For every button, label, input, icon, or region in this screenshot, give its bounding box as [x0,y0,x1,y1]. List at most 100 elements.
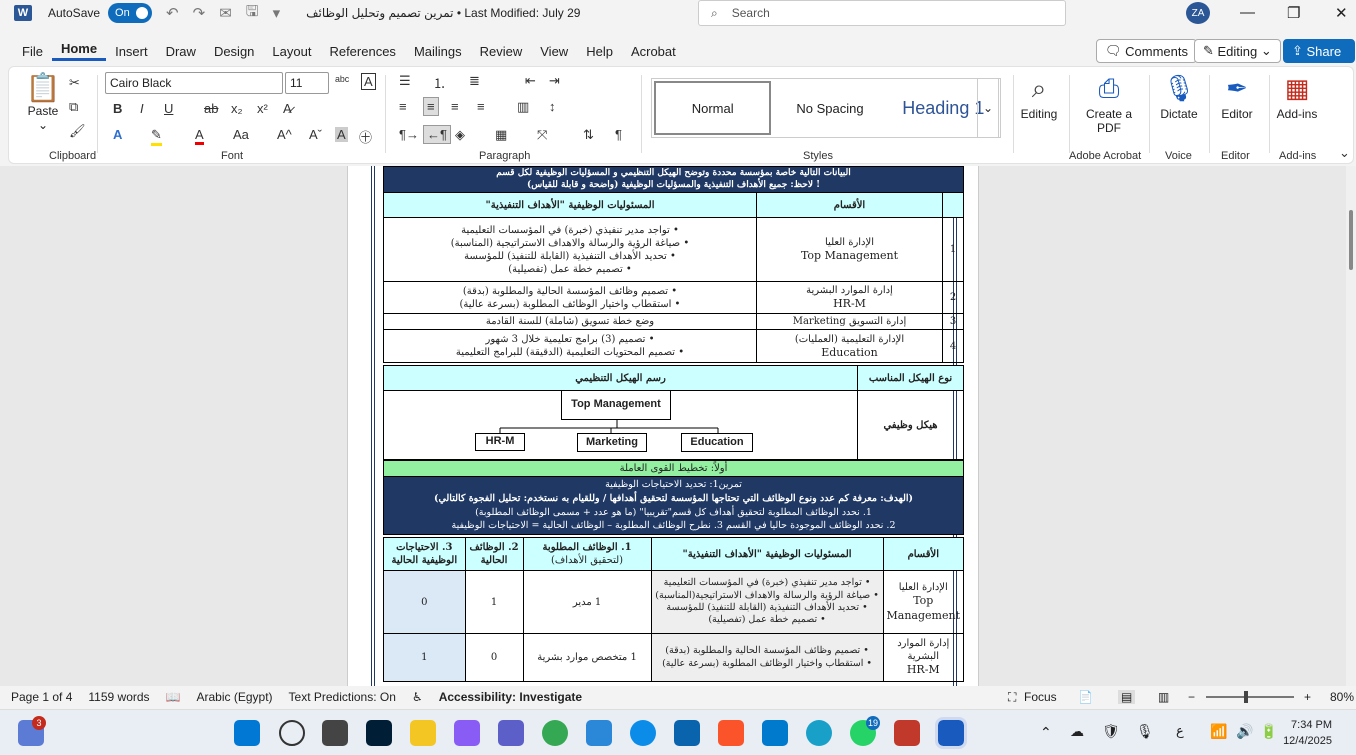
start-icon[interactable] [234,720,260,746]
addins-button[interactable]: ▦ Add-ins [1269,73,1325,121]
wifi-icon[interactable]: 📶 [1210,723,1227,740]
align-left-icon[interactable]: ≡ [399,99,407,114]
tab-file[interactable]: File [13,44,52,59]
text-predictions-status[interactable]: Text Predictions: On [289,690,396,704]
grow-font-icon[interactable]: ᵃᵇᶜ [335,73,349,88]
print-layout-icon[interactable]: ▤ [1118,690,1136,704]
microphone-tray-icon[interactable]: 🎙 [1136,723,1154,740]
editing-mode-button[interactable]: ✎ Editing ⌄ [1194,39,1281,63]
task-view-icon[interactable] [322,720,348,746]
decrease-indent-icon[interactable]: ⇤ [525,73,536,89]
align-center-icon[interactable]: ≡ [423,97,439,116]
brave-icon[interactable] [718,720,744,746]
underline-icon[interactable]: U [164,101,173,116]
store-icon[interactable] [586,720,612,746]
font-color-icon[interactable]: A [195,127,204,145]
rtl-icon[interactable]: ←¶ [423,125,451,144]
highlight-icon[interactable]: ✎ [151,127,162,146]
align-right-icon[interactable]: ≡ [451,99,459,114]
justify-icon[interactable]: ≡ [477,99,485,114]
zoom-slider[interactable] [1206,691,1294,703]
keyboard-language[interactable]: ع [1176,723,1184,739]
dictate-button[interactable]: 🎙 Dictate [1151,73,1207,121]
subscript-icon[interactable]: x₂ [231,101,243,116]
collapse-ribbon-icon[interactable]: ⌄ [1339,145,1350,161]
word-count[interactable]: 1159 words [88,690,149,704]
outlook-icon[interactable] [674,720,700,746]
column-layout-icon[interactable]: ▥ [517,99,529,115]
word-taskbar-icon[interactable] [935,717,967,749]
snipping-tool-icon[interactable] [894,720,920,746]
avatar[interactable]: ZA [1186,2,1210,24]
redo-icon[interactable]: ↷ [193,4,206,22]
strikethrough-icon[interactable]: ab [204,101,218,116]
tab-home[interactable]: Home [51,41,107,61]
line-spacing-icon[interactable]: ↕ [549,99,556,114]
zoom-slider-thumb[interactable] [1244,691,1248,703]
character-shading-icon[interactable]: A [335,127,348,142]
edge-icon[interactable] [630,720,656,746]
paste-button[interactable]: 📋 Paste ⌄ [23,71,63,132]
asian-layout-icon[interactable]: ⤧ [537,127,547,143]
tab-view[interactable]: View [531,44,577,59]
font-name-select[interactable]: Cairo Black [105,72,283,94]
save-icon[interactable]: 🖫 [246,1,259,26]
proofing-icon[interactable]: 📖 [166,690,181,704]
shrink-icon[interactable]: Aˇ [309,127,322,142]
tab-insert[interactable]: Insert [106,44,157,59]
styles-more-button[interactable]: ⌄ [977,78,999,138]
chrome-icon[interactable] [542,720,568,746]
accessibility-status[interactable]: Accessibility: Investigate [439,690,582,704]
shading-icon[interactable]: ◈ [455,127,465,143]
text-effects-color-icon[interactable]: A [113,127,122,142]
file-explorer-icon[interactable] [410,720,436,746]
web-layout-icon[interactable]: ▥ [1158,690,1169,704]
tab-references[interactable]: References [320,44,404,59]
zoom-in-icon[interactable]: + [1304,690,1311,704]
grow-icon[interactable]: A^ [277,127,292,142]
style-no-spacing[interactable]: No Spacing [773,79,886,137]
tab-review[interactable]: Review [471,44,532,59]
scrollbar-thumb[interactable] [1349,210,1353,270]
tab-draw[interactable]: Draw [157,44,205,59]
chevron-up-icon[interactable]: ⌃ [1040,724,1052,741]
vertical-scrollbar[interactable] [1346,166,1356,686]
tab-layout[interactable]: Layout [263,44,320,59]
tab-acrobat[interactable]: Acrobat [622,44,685,59]
undo-icon[interactable]: ↶ [166,4,179,22]
search-taskbar-icon[interactable] [279,720,305,746]
show-marks-icon[interactable]: ¶ [615,127,622,142]
clock[interactable]: 7:34 PM 12/4/2025 [1283,717,1332,749]
language-status[interactable]: Arabic (Egypt) [197,690,273,704]
autosave-toggle[interactable]: On [108,3,153,23]
teams-icon[interactable] [498,720,524,746]
increase-indent-icon[interactable]: ⇥ [549,73,560,89]
security-icon[interactable]: 🛡 [1102,723,1120,740]
page-count[interactable]: Page 1 of 4 [11,690,72,704]
sort-icon[interactable]: ⇅ [583,127,594,143]
share-button[interactable]: ⇪ Share [1283,39,1355,63]
format-painter-icon[interactable]: 🖌 [69,123,86,139]
focus-mode[interactable]: Focus [1024,690,1057,704]
close-icon[interactable]: ✕ [1335,4,1348,22]
create-pdf-button[interactable]: ⎙ Create a PDF [1081,73,1137,135]
document-page[interactable]: البيانات التالية خاصة بمؤسسة محددة وتوضح… [347,166,979,686]
editing-button[interactable]: ⌕ Editing [1011,73,1067,121]
bold-icon[interactable]: B [113,101,122,116]
copilot-icon[interactable] [454,720,480,746]
maximize-icon[interactable]: ❐ [1287,4,1300,22]
browser-icon[interactable] [806,720,832,746]
change-case-icon[interactable]: Aa [233,127,249,142]
customize-toolbar-icon[interactable]: ▾ [273,4,281,22]
minimize-icon[interactable]: — [1240,4,1255,21]
read-mode-icon[interactable]: 📄 [1078,690,1093,704]
numbering-icon[interactable]: ⒈ [433,73,446,92]
zoom-out-icon[interactable]: − [1188,690,1195,704]
zoom-level[interactable]: 80% [1330,690,1354,704]
document-title[interactable]: تمرين تصميم وتحليل الوظائف • Last Modifi… [306,6,580,20]
email-icon[interactable]: ✉ [219,4,232,22]
italic-icon[interactable]: I [140,101,144,116]
comments-button[interactable]: 🗨 Comments [1096,39,1197,63]
battery-icon[interactable]: 🔋 [1260,723,1277,740]
multilevel-list-icon[interactable]: ≣ [469,73,480,89]
